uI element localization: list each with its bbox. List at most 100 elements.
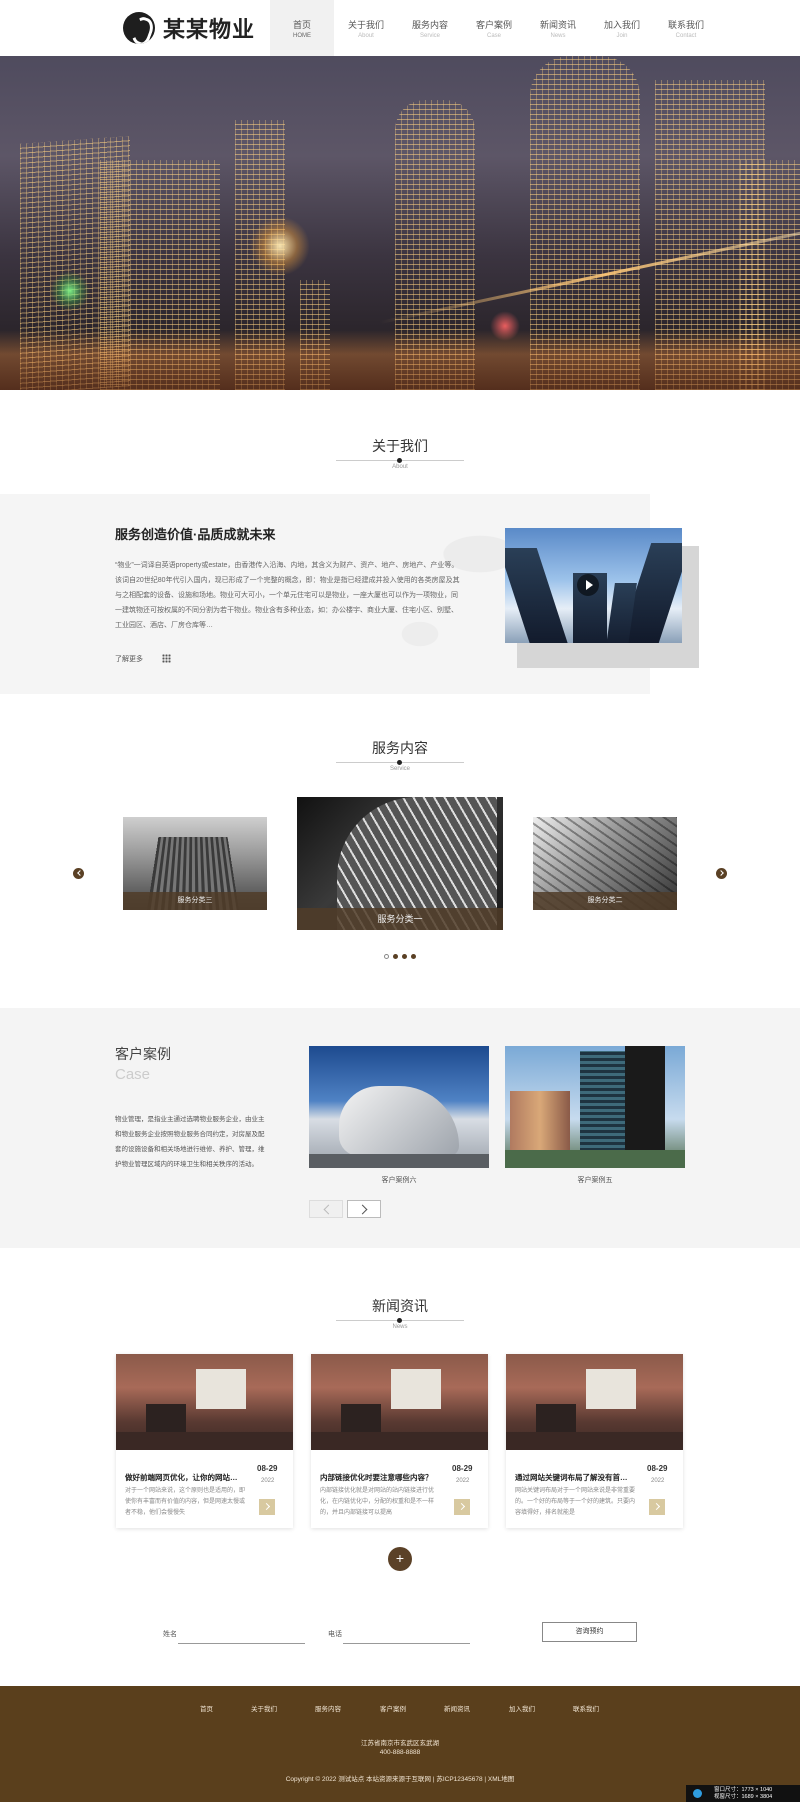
load-more-plus-icon[interactable]: + — [388, 1547, 412, 1571]
news-card[interactable]: 内部链接优化时要注意哪些内容？ 内部链接优化就是对网站的站内链接进行优化，在内链… — [311, 1354, 488, 1528]
news-title[interactable]: 内部链接优化时要注意哪些内容？ — [320, 1472, 442, 1483]
phone-label: 电话 — [328, 1631, 342, 1638]
consult-submit-button[interactable]: 咨询预约 — [542, 1622, 637, 1642]
arrow-right-icon[interactable] — [649, 1499, 665, 1515]
news-image — [311, 1354, 488, 1450]
carousel-next-icon[interactable] — [716, 868, 727, 879]
news-date: 08-29 — [647, 1464, 668, 1473]
badge-line: 视窗尺寸：1689 × 3804 — [714, 1794, 773, 1800]
news-title[interactable]: 通过网站关键词布局了解没有首… — [515, 1472, 637, 1483]
footer-copyright: Copyright © 2022 测试站点 本站资源来源于互联网 | 苏ICP1… — [285, 1776, 515, 1783]
service-card[interactable]: 服务分类三 — [123, 817, 267, 910]
news-year: 2022 — [261, 1478, 275, 1484]
nav-sublabel: Service — [419, 32, 440, 39]
carousel-dot[interactable] — [411, 954, 416, 959]
monitor-shape — [586, 1369, 636, 1409]
footer-address: 江苏省南京市玄武区玄武湖 — [361, 1740, 439, 1747]
hero-banner-image — [0, 56, 800, 390]
name-label: 姓名 — [163, 1631, 177, 1638]
monitor-shape — [196, 1369, 246, 1409]
case-caption[interactable]: 客户案例六 — [309, 1175, 489, 1185]
learn-more-link[interactable]: 了解更多 — [115, 654, 143, 664]
play-icon[interactable] — [577, 574, 599, 596]
case-caption[interactable]: 客户案例五 — [505, 1175, 685, 1185]
info-icon — [693, 1789, 702, 1798]
title-divider — [336, 760, 464, 765]
news-year: 2022 — [651, 1478, 665, 1484]
news-summary: 内部链接优化就是对网站的站内链接进行优化，在内链优化中，分配的权重和是不一样的，… — [320, 1488, 435, 1516]
arrow-right-icon[interactable] — [454, 1499, 470, 1515]
brand-name: 某某物业 — [163, 18, 256, 43]
traffic-light-glow — [50, 271, 90, 311]
footer-nav-item[interactable]: 关于我们 — [251, 1703, 277, 1713]
about-paragraph: “物业”一词译自英语property或estate，由香港传入沿海、内地，其含义… — [115, 562, 460, 629]
case-prev-button[interactable] — [309, 1200, 343, 1218]
service-section-title: 服务内容 Service — [0, 738, 800, 772]
laptop-shape — [146, 1404, 186, 1432]
footer-nav-item[interactable]: 新闻资讯 — [444, 1703, 470, 1713]
about-heading: 服务创造价值·品质成就未来 — [115, 527, 276, 542]
carousel-prev-icon[interactable] — [73, 868, 84, 879]
nav-item-about[interactable]: 关于我们 About — [334, 0, 398, 56]
footer-nav-item[interactable]: 服务内容 — [315, 1703, 341, 1713]
case-image[interactable] — [309, 1046, 489, 1168]
phone-input[interactable] — [343, 1632, 470, 1644]
ground-shape — [505, 1150, 685, 1168]
footer-nav-item[interactable]: 客户案例 — [380, 1703, 406, 1713]
arrow-right-icon[interactable] — [259, 1499, 275, 1515]
logo-flame-icon — [123, 12, 155, 44]
service-card-label: 服务分类三 — [123, 892, 267, 910]
ground-shape — [309, 1154, 489, 1168]
street-light-trails — [0, 330, 800, 390]
nav-sublabel: News — [550, 32, 566, 39]
nav-label: 联系我们 — [667, 19, 704, 30]
nav-item-service[interactable]: 服务内容 Service — [398, 0, 462, 56]
service-card-active[interactable]: 服务分类一 — [297, 797, 503, 930]
case-image[interactable] — [505, 1046, 685, 1168]
footer-nav-item[interactable]: 加入我们 — [509, 1703, 535, 1713]
page: 某某物业 首页 HOME 关于我们 About 服务内容 Service 客户案… — [0, 0, 800, 1802]
news-card[interactable]: 做好前端网页优化，让你的网站… 对于一个网站来说，这个原则也是适用的，即使你有丰… — [116, 1354, 293, 1528]
nav-item-join[interactable]: 加入我们 Join — [590, 0, 654, 56]
nav-item-case[interactable]: 客户案例 Case — [462, 0, 526, 56]
logo[interactable]: 某某物业 — [123, 10, 255, 46]
building-shape — [510, 1091, 570, 1151]
carousel-dot[interactable] — [384, 954, 389, 959]
nav-label: 客户案例 — [475, 19, 512, 30]
nav-item-contact[interactable]: 联系我们 Contact — [654, 0, 718, 56]
news-image — [116, 1354, 293, 1450]
service-card-label: 服务分类二 — [533, 892, 677, 910]
nav-label: 首页 — [292, 19, 311, 30]
grid-icon[interactable] — [162, 654, 171, 663]
news-title[interactable]: 做好前端网页优化，让你的网站… — [125, 1472, 247, 1483]
about-section-title: 关于我们 About — [0, 436, 800, 470]
name-input[interactable] — [178, 1632, 305, 1644]
building-shape — [625, 1046, 665, 1151]
news-summary: 网站关键词布局对于一个网站来说是非常重要的。一个好的布局等于一个好的建筑。只要内… — [515, 1488, 636, 1516]
title-divider — [336, 458, 464, 463]
footer-nav-item[interactable]: 联系我们 — [573, 1703, 599, 1713]
carousel-dot[interactable] — [402, 954, 407, 959]
section-title: 新闻资讯 — [372, 1298, 428, 1314]
news-card[interactable]: 通过网站关键词布局了解没有首… 网站关键词布局对于一个网站来说是非常重要的。一个… — [506, 1354, 683, 1528]
section-title: 服务内容 — [372, 740, 428, 756]
service-card[interactable]: 服务分类二 — [533, 817, 677, 910]
badge-line: 窗口尺寸：1773 × 1040 — [714, 1787, 773, 1793]
section-subtitle: About — [392, 464, 408, 470]
carousel-dot[interactable] — [393, 954, 398, 959]
case-next-button[interactable] — [347, 1200, 381, 1218]
desk-shape — [506, 1432, 683, 1450]
building-shape — [339, 1086, 459, 1156]
case-section-title: 客户案例 — [115, 1046, 171, 1062]
site-header: 某某物业 首页 HOME 关于我们 About 服务内容 Service 客户案… — [0, 0, 800, 56]
news-image — [506, 1354, 683, 1450]
news-date: 08-29 — [257, 1464, 278, 1473]
footer-nav-item[interactable]: 首页 — [200, 1703, 213, 1713]
nav-label: 服务内容 — [411, 19, 448, 30]
monitor-shape — [391, 1369, 441, 1409]
section-subtitle: Service — [389, 766, 410, 772]
case-section-subtitle: Case — [115, 1066, 151, 1083]
nav-item-home[interactable]: 首页 HOME — [270, 0, 334, 56]
nav-item-news[interactable]: 新闻资讯 News — [526, 0, 590, 56]
nav-sublabel: HOME — [293, 32, 311, 39]
